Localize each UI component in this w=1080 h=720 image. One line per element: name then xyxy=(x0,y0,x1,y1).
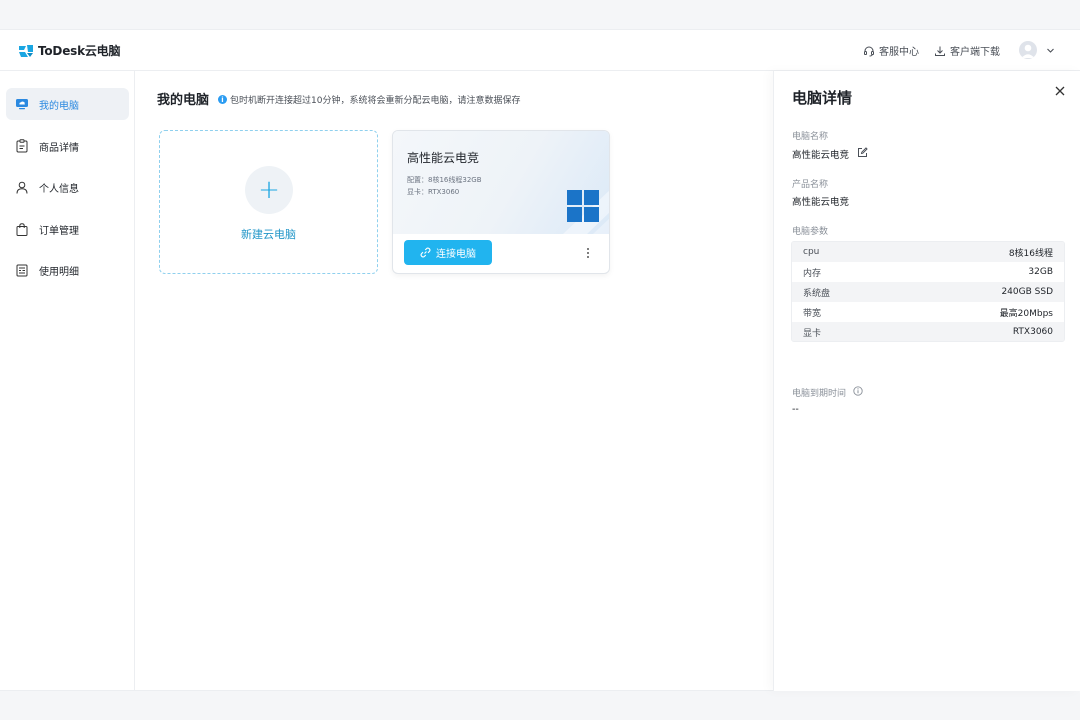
sidebar-item-label: 商品详情 xyxy=(39,142,79,154)
app-title: ToDesk云电脑 xyxy=(38,44,121,58)
param-row: 系统盘 240GB SSD xyxy=(792,282,1064,302)
edit-icon[interactable] xyxy=(857,147,868,158)
person-icon xyxy=(15,180,29,194)
param-key: cpu xyxy=(803,247,820,257)
param-row: 显卡 RTX3060 xyxy=(792,322,1064,341)
new-cloud-pc-card[interactable]: + 新建云电脑 xyxy=(159,130,378,274)
param-row: 内存 32GB xyxy=(792,262,1064,282)
param-key: 系统盘 xyxy=(803,288,831,299)
clipboard-icon xyxy=(15,139,29,153)
app-window: ToDesk云电脑 客服中心 客户端下载 我的电脑 商品详情 个人信息 订单管理… xyxy=(0,29,1080,691)
download-icon xyxy=(935,46,945,56)
expire-time-value: -- xyxy=(792,404,799,415)
pc-params-label: 电脑参数 xyxy=(792,227,829,237)
more-options-icon[interactable] xyxy=(583,245,593,261)
cloud-pc-card[interactable]: 高性能云电竞 配置：8核16线程32GB 显卡：RTX3060 连接电脑 xyxy=(392,130,610,274)
link-icon xyxy=(420,247,431,258)
param-value: 最高20Mbps xyxy=(999,308,1053,319)
connect-computer-button[interactable]: 连接电脑 xyxy=(404,240,492,265)
close-icon[interactable] xyxy=(1053,84,1067,98)
app-logo[interactable]: ToDesk云电脑 xyxy=(18,42,120,59)
sidebar-item-label: 个人信息 xyxy=(39,183,79,195)
sidebar-item-order-management[interactable]: 订单管理 xyxy=(6,213,129,245)
sidebar-item-usage-details[interactable]: 使用明细 xyxy=(6,254,129,286)
shopping-bag-icon xyxy=(15,222,29,236)
windows-logo-icon xyxy=(567,190,599,222)
param-key: 显卡 xyxy=(803,328,822,339)
pc-params-table: cpu 8核16线程 内存 32GB 系统盘 240GB SSD 带宽 最高20… xyxy=(791,241,1065,342)
list-detail-icon xyxy=(15,263,29,277)
plus-icon: + xyxy=(245,166,293,214)
product-name-value: 高性能云电竞 xyxy=(792,197,850,208)
sidebar-item-personal-info[interactable]: 个人信息 xyxy=(6,171,129,203)
chevron-down-icon[interactable] xyxy=(1046,46,1055,55)
user-avatar-icon[interactable] xyxy=(1019,41,1037,59)
detail-title: 电脑详情 xyxy=(792,89,853,107)
top-header: ToDesk云电脑 客服中心 客户端下载 xyxy=(0,30,1080,71)
sidebar-item-label: 使用明细 xyxy=(39,266,79,278)
param-key: 带宽 xyxy=(803,308,822,319)
support-center-label: 客服中心 xyxy=(879,47,919,58)
page-title: 我的电脑 xyxy=(157,93,210,108)
help-circle-icon[interactable] xyxy=(853,386,863,396)
cloud-pc-config: 配置：8核16线程32GB xyxy=(407,176,482,184)
sidebar-item-my-computers[interactable]: 我的电脑 xyxy=(6,88,129,120)
cloud-pc-gpu: 显卡：RTX3060 xyxy=(407,188,460,196)
expire-time-label: 电脑到期时间 xyxy=(792,389,847,399)
support-center-button[interactable]: 客服中心 xyxy=(863,43,919,58)
param-value: 240GB SSD xyxy=(1001,287,1053,297)
headset-icon xyxy=(864,46,874,56)
sidebar-item-label: 订单管理 xyxy=(39,225,79,237)
new-cloud-pc-label: 新建云电脑 xyxy=(241,228,296,241)
connect-computer-label: 连接电脑 xyxy=(436,249,476,260)
sidebar-item-label: 我的电脑 xyxy=(39,100,79,112)
param-value: 32GB xyxy=(1028,267,1053,277)
param-row: cpu 8核16线程 xyxy=(792,242,1064,262)
param-value: 8核16线程 xyxy=(1008,248,1053,259)
avatar-silhouette-icon xyxy=(1021,44,1035,58)
sidebar-item-product-details[interactable]: 商品详情 xyxy=(6,130,129,162)
cloud-pc-name: 高性能云电竞 xyxy=(407,151,480,165)
pc-name-value: 高性能云电竞 xyxy=(792,150,850,161)
param-key: 内存 xyxy=(803,268,822,279)
product-name-label: 产品名称 xyxy=(792,180,829,190)
pc-name-label: 电脑名称 xyxy=(792,132,829,142)
cloud-monitor-icon xyxy=(15,97,29,111)
notice-label: 包时机断开连接超过10分钟，系统将会重新分配云电脑，请注意数据保存 xyxy=(230,96,521,106)
todesk-logo-icon xyxy=(19,44,33,57)
notice-text: i 包时机断开连接超过10分钟，系统将会重新分配云电脑，请注意数据保存 xyxy=(218,93,520,106)
computer-detail-panel: 电脑详情 电脑名称 高性能云电竞 产品名称 高性能云电竞 电脑参数 cpu 8核… xyxy=(773,71,1080,691)
param-row: 带宽 最高20Mbps xyxy=(792,302,1064,322)
sidebar: 我的电脑 商品详情 个人信息 订单管理 使用明细 xyxy=(0,71,135,691)
download-client-label: 客户端下载 xyxy=(950,47,1000,58)
cloud-pc-card-header: 高性能云电竞 配置：8核16线程32GB 显卡：RTX3060 xyxy=(393,131,609,234)
download-client-button[interactable]: 客户端下载 xyxy=(934,43,1000,58)
param-value: RTX3060 xyxy=(1012,327,1053,337)
info-icon: i xyxy=(218,95,227,104)
